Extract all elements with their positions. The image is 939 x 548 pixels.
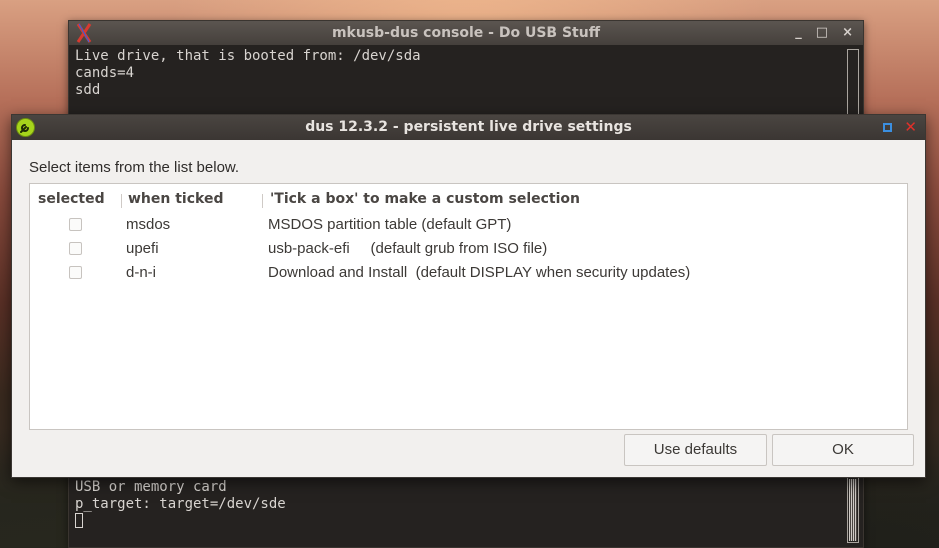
- console-line: Live drive, that is booted from: /dev/sd…: [75, 48, 421, 64]
- row-checkbox[interactable]: [69, 218, 82, 231]
- list-header: selected when ticked 'Tick a box' to mak…: [30, 189, 907, 211]
- settings-dialog: dus 12.3.2 - persistent live drive setti…: [11, 114, 926, 478]
- use-defaults-button[interactable]: Use defaults: [624, 434, 767, 466]
- console-line: p_target: target=/dev/sde: [75, 496, 286, 512]
- dialog-titlebar[interactable]: dus 12.3.2 - persistent live drive setti…: [12, 115, 925, 140]
- row-when-ticked: d-n-i: [126, 264, 157, 281]
- console-titlebar[interactable]: mkusb-dus console - Do USB Stuff _ □ ×: [69, 21, 863, 45]
- scrollbar-thumb[interactable]: [849, 479, 857, 541]
- column-header-description[interactable]: 'Tick a box' to make a custom selection: [270, 191, 580, 207]
- column-divider: [121, 194, 122, 208]
- column-header-selected[interactable]: selected: [38, 191, 105, 207]
- maximize-icon[interactable]: □: [816, 21, 828, 45]
- console-line: USB or memory card: [75, 479, 227, 495]
- terminal-cursor: [75, 513, 83, 528]
- list-item[interactable]: upefi usb-pack-efi (default grub from IS…: [30, 237, 907, 261]
- dialog-window-controls: ✕: [883, 115, 917, 140]
- selection-list: selected when ticked 'Tick a box' to mak…: [29, 183, 908, 430]
- console-line: cands=4: [75, 65, 135, 81]
- list-item[interactable]: msdos MSDOS partition table (default GPT…: [30, 213, 907, 237]
- list-item[interactable]: d-n-i Download and Install (default DISP…: [30, 261, 907, 285]
- row-description: usb-pack-efi (default grub from ISO file…: [268, 240, 548, 257]
- row-checkbox[interactable]: [69, 242, 82, 255]
- row-description: MSDOS partition table (default GPT): [268, 216, 512, 233]
- column-header-when-ticked[interactable]: when ticked: [128, 191, 223, 207]
- minimize-icon[interactable]: _: [795, 21, 802, 45]
- ok-button[interactable]: OK: [772, 434, 914, 466]
- row-when-ticked: msdos: [126, 216, 171, 233]
- console-output-bottom: USB or memory card p_target: target=/dev/…: [75, 479, 286, 530]
- console-line: sdd: [75, 82, 101, 98]
- close-icon[interactable]: ×: [842, 21, 853, 45]
- maximize-icon[interactable]: [883, 123, 893, 132]
- row-when-ticked: upefi: [126, 240, 159, 257]
- row-description: Download and Install (default DISPLAY wh…: [268, 264, 691, 281]
- column-divider: [262, 194, 263, 208]
- dialog-title: dus 12.3.2 - persistent live drive setti…: [305, 119, 632, 135]
- row-checkbox[interactable]: [69, 266, 82, 279]
- console-window-controls: _ □ ×: [795, 21, 853, 45]
- console-title: mkusb-dus console - Do USB Stuff: [331, 25, 601, 41]
- close-icon[interactable]: ✕: [904, 120, 917, 135]
- console-output-top: Live drive, that is booted from: /dev/sd…: [69, 45, 863, 99]
- dialog-prompt: Select items from the list below.: [29, 159, 240, 176]
